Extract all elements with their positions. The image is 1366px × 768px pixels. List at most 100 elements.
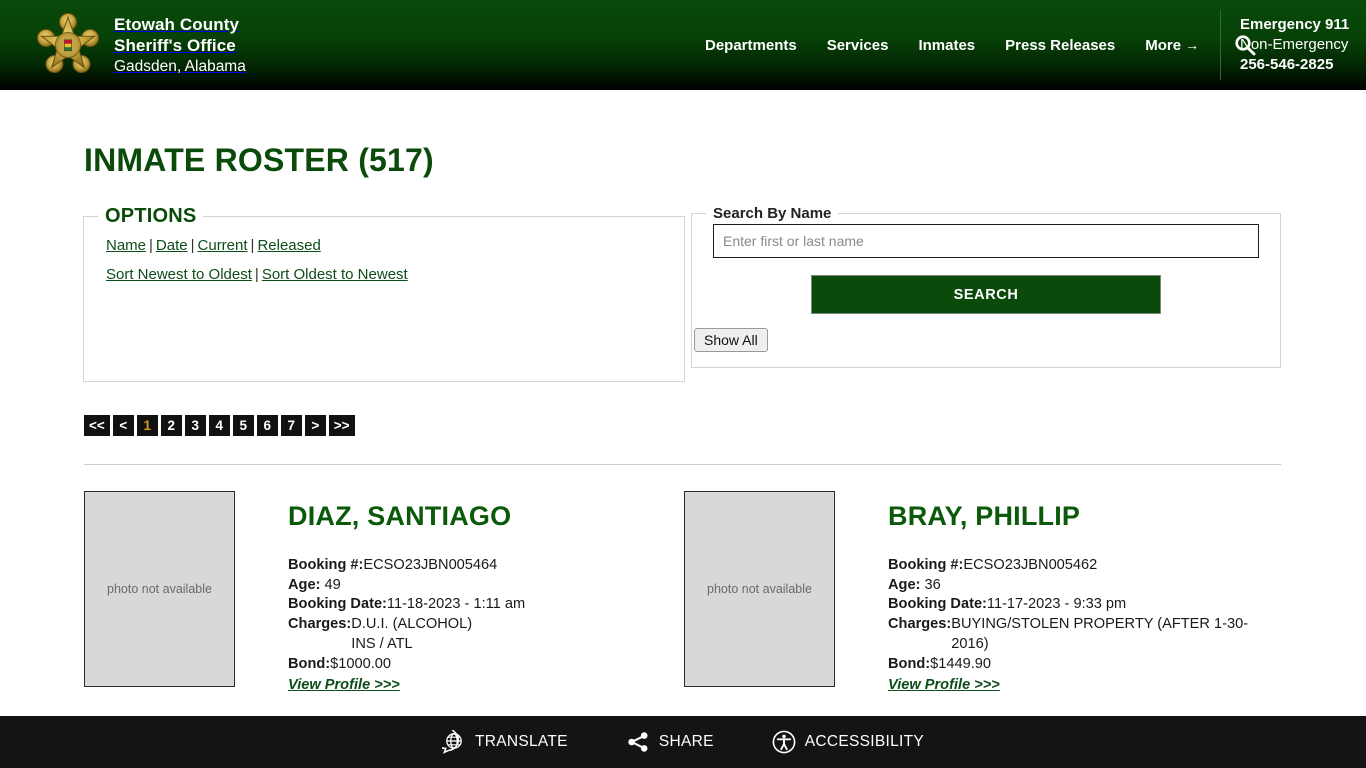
emergency-contact-block: Emergency 911 Non-Emergency 256-546-2825 <box>1220 10 1366 80</box>
label-charges: Charges: <box>888 616 952 633</box>
non-emergency-label: Non-Emergency <box>1240 36 1349 54</box>
brand-text: Etowah County Sheriff's Office Gadsden, … <box>114 14 246 77</box>
inmate-record: photo not available BRAY, PHILLIP Bookin… <box>683 491 1283 696</box>
pagination: << < 1 2 3 4 5 6 7 > >> <box>84 415 1283 436</box>
label-charges: Charges: <box>288 616 352 633</box>
value-booking-date: 11-18-2023 - 1:11 am <box>386 596 526 613</box>
option-link-name[interactable]: Name <box>106 237 146 254</box>
field-charges: Charges: D.U.I. (ALCOHOL) INS / ATL <box>288 615 678 655</box>
page-title: INMATE ROSTER (517) <box>84 142 434 178</box>
non-emergency-phone[interactable]: 256-546-2825 <box>1240 55 1366 75</box>
nav-item-press-releases[interactable]: Press Releases <box>990 37 1130 54</box>
pagination-page-4[interactable]: 4 <box>208 415 230 436</box>
pagination-last[interactable]: >> <box>328 415 355 436</box>
globe-speech-bubble-icon <box>441 730 466 754</box>
search-button[interactable]: SEARCH <box>811 275 1161 314</box>
pagination-page-3[interactable]: 3 <box>184 415 206 436</box>
panels-row: OPTIONS Name | Date | Current | Released Sort … <box>83 205 1283 382</box>
field-bond: Bond:$1449.90 <box>888 655 1283 675</box>
show-all-button[interactable]: Show All <box>694 328 768 352</box>
arrow-right-icon: → <box>1185 36 1200 53</box>
value-charges: BUYING/STOLEN PROPERTY (AFTER 1-30-2016) <box>951 616 1249 653</box>
inmate-details: BRAY, PHILLIP Booking #:ECSO23JBN005462 … <box>888 491 1283 696</box>
inmate-name: BRAY, PHILLIP <box>888 501 1081 531</box>
pagination-page-6[interactable]: 6 <box>256 415 278 436</box>
field-booking-date: Booking Date:11-17-2023 - 9:33 pm <box>888 595 1283 615</box>
pagination-first[interactable]: << <box>84 415 110 436</box>
nav-links: Departments Services Inmates Press Relea… <box>690 30 1260 60</box>
nav-item-services[interactable]: Services <box>812 37 904 54</box>
label-age: Age: <box>288 576 321 593</box>
label-age: Age: <box>888 576 921 593</box>
options-legend: OPTIONS <box>105 205 197 227</box>
value-age: 49 <box>324 576 341 593</box>
pagination-page-2[interactable]: 2 <box>160 415 182 436</box>
option-link-date[interactable]: Date <box>156 237 188 254</box>
content-container: INMATE ROSTER (517) OPTIONS Name | Date | Cu… <box>83 142 1283 696</box>
options-separator: | <box>254 266 259 283</box>
label-bond: Bond: <box>888 655 931 672</box>
field-charges: Charges: BUYING/STOLEN PROPERTY (AFTER 1-… <box>888 615 1283 655</box>
options-separator: | <box>149 237 153 254</box>
footer-accessibility-label: ACCESSIBILITY <box>804 733 925 750</box>
nav-more-label: More <box>1145 36 1182 54</box>
value-charges: D.U.I. (ALCOHOL) INS / ATL <box>351 616 473 653</box>
site-footer: TRANSLATE SHARE ACCESSIBILITY <box>0 716 1366 768</box>
options-panel: OPTIONS Name | Date | Current | Released Sort … <box>83 205 685 382</box>
show-all-wrap: Show All <box>692 314 1280 352</box>
label-booking-number: Booking #: <box>288 556 364 573</box>
inmate-records-list: photo not available DIAZ, SANTIAGO Booki… <box>83 491 1283 696</box>
field-age: Age: 36 <box>888 576 1283 596</box>
inmate-fields: Booking #:ECSO23JBN005462 Age: 36 Bookin… <box>888 556 1283 696</box>
inmate-record: photo not available DIAZ, SANTIAGO Booki… <box>83 491 683 696</box>
emergency-911-label: Emergency 911 <box>1240 16 1350 34</box>
nav-item-departments[interactable]: Departments <box>690 37 812 54</box>
footer-share-label: SHARE <box>658 733 714 750</box>
value-bond: $1449.90 <box>930 655 992 672</box>
accessibility-person-icon <box>772 730 796 754</box>
pagination-page-1[interactable]: 1 <box>136 415 158 436</box>
inmate-name: DIAZ, SANTIAGO <box>288 501 512 531</box>
pagination-page-7[interactable]: 7 <box>280 415 302 436</box>
option-link-sort-newest-to-oldest[interactable]: Sort Newest to Oldest <box>106 266 252 283</box>
search-legend: Search By Name <box>713 205 832 222</box>
value-booking-number: ECSO23JBN005462 <box>963 556 1098 573</box>
site-logo-link[interactable]: Etowah County Sheriff's Office Gadsden, … <box>33 10 246 80</box>
search-input[interactable] <box>713 224 1259 258</box>
inmate-fields: Booking #:ECSO23JBN005464 Age: 49 Bookin… <box>288 556 678 696</box>
footer-share-button[interactable]: SHARE <box>626 730 714 754</box>
value-booking-number: ECSO23JBN005464 <box>363 556 498 573</box>
option-link-sort-oldest-to-newest[interactable]: Sort Oldest to Newest <box>262 266 408 283</box>
page-body: INMATE ROSTER (517) OPTIONS Name | Date | Cu… <box>0 90 1366 696</box>
options-rows: Name | Date | Current | Released Sort Newest t… <box>84 228 684 283</box>
view-profile-link[interactable]: View Profile >>> <box>288 676 400 696</box>
sheriff-star-badge-icon <box>33 10 103 80</box>
field-booking-date: Booking Date:11-18-2023 - 1:11 am <box>288 595 678 615</box>
nav-item-more[interactable]: More → <box>1130 37 1214 54</box>
label-bond: Bond: <box>288 655 331 672</box>
footer-accessibility-button[interactable]: ACCESSIBILITY <box>772 730 924 754</box>
value-booking-date: 11-17-2023 - 9:33 pm <box>986 596 1127 613</box>
footer-translate-button[interactable]: TRANSLATE <box>441 730 568 754</box>
search-inner: SEARCH <box>692 222 1280 314</box>
inmate-photo-placeholder: photo not available <box>84 491 235 687</box>
options-separator: | <box>190 237 195 254</box>
pagination-page-5[interactable]: 5 <box>232 415 254 436</box>
search-panel: Search By Name SEARCH Show All <box>691 205 1281 368</box>
option-link-released[interactable]: Released <box>257 237 320 254</box>
value-age: 36 <box>924 576 941 593</box>
footer-translate-label: TRANSLATE <box>474 733 568 750</box>
site-header: Etowah County Sheriff's Office Gadsden, … <box>0 0 1366 90</box>
brand-line-3: Gadsden, Alabama <box>114 57 246 75</box>
main-navigation: Departments Services Inmates Press Relea… <box>690 0 1260 90</box>
share-nodes-icon <box>626 730 650 754</box>
section-divider <box>84 464 1281 465</box>
nav-item-inmates[interactable]: Inmates <box>903 37 990 54</box>
field-booking-number: Booking #:ECSO23JBN005464 <box>288 556 678 576</box>
pagination-next[interactable]: > <box>304 415 326 436</box>
field-booking-number: Booking #:ECSO23JBN005462 <box>888 556 1283 576</box>
option-link-current[interactable]: Current <box>198 237 248 254</box>
pagination-prev[interactable]: < <box>112 415 134 436</box>
options-row-sort: Sort Newest to Oldest | Sort Oldest to New… <box>106 266 684 283</box>
view-profile-link[interactable]: View Profile >>> <box>888 676 1000 696</box>
